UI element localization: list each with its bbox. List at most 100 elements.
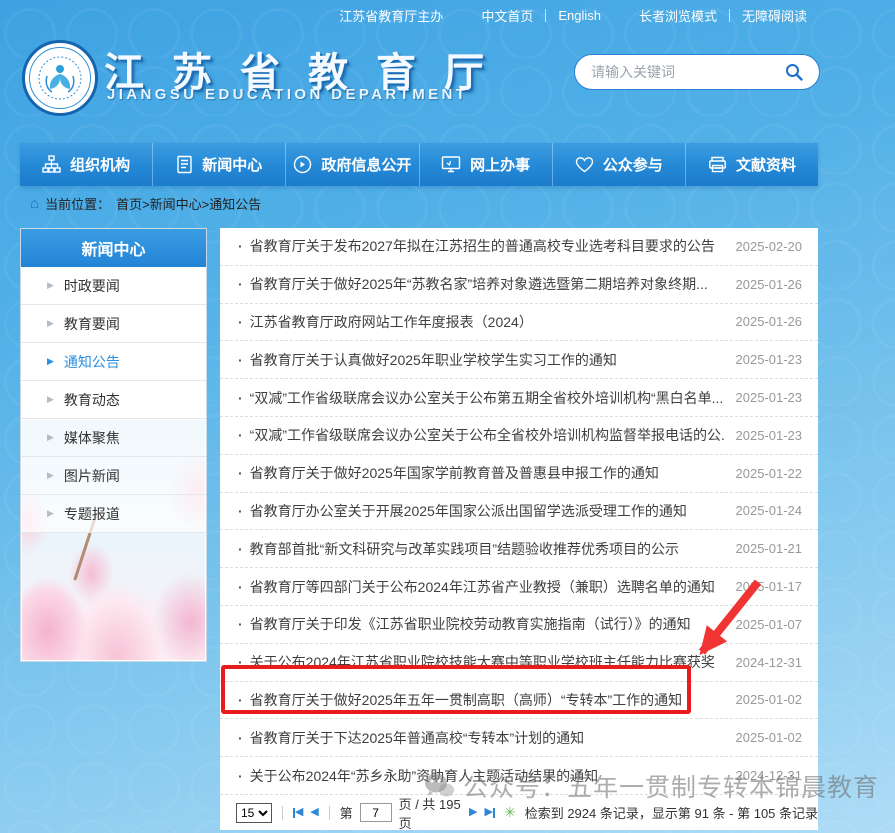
elder-mode-link[interactable]: 长者浏览模式 — [639, 6, 717, 25]
notice-row[interactable]: 省教育厅办公室关于开展2025年国家公派出国留学选派受理工作的通知 2025-0… — [220, 493, 818, 531]
notice-row[interactable]: 关于公布2024年“苏乡永助”资助育人主题活动结果的通知 2024-12-31 — [220, 757, 818, 795]
notice-title[interactable]: 省教育厅关于做好2025年“苏教名家”培养对象遴选暨第二期培养对象终期... — [238, 274, 724, 294]
nav-item-public-participation[interactable]: 公众参与 — [553, 143, 686, 186]
notice-row[interactable]: 省教育厅等四部门关于公布2024年江苏省产业教授（兼职）选聘名单的通知 2025… — [220, 568, 818, 606]
notice-date: 2025-01-23 — [736, 390, 803, 405]
divider — [729, 9, 730, 22]
prev-page-button[interactable]: ◀ — [310, 807, 318, 818]
top-utility-bar: 江苏省教育厅主办 中文首页 English 长者浏览模式 无障碍阅读 — [0, 0, 895, 30]
triangle-bullet-icon: ▶ — [47, 470, 54, 481]
sidebar-item-education-news[interactable]: ▶ 教育要闻 — [21, 305, 206, 343]
page-number-input[interactable] — [360, 803, 392, 822]
site-search — [574, 54, 820, 90]
notice-date: 2025-01-23 — [736, 428, 803, 443]
notice-title[interactable]: 省教育厅关于下达2025年普通高校“专转本”计划的通知 — [238, 728, 724, 748]
nav-item-document-archive[interactable]: 文献资料 — [686, 143, 818, 186]
notice-row[interactable]: 江苏省教育厅政府网站工作年度报表（2024） 2025-01-26 — [220, 304, 818, 342]
notice-date: 2025-01-23 — [736, 352, 803, 367]
notice-row[interactable]: 省教育厅关于做好2025年“苏教名家”培养对象遴选暨第二期培养对象终期... 2… — [220, 266, 818, 304]
sidebar-item-label: 教育要闻 — [64, 314, 120, 334]
notice-date: 2025-01-17 — [736, 579, 803, 594]
notice-date: 2025-01-22 — [736, 466, 803, 481]
heart-icon — [575, 156, 594, 174]
sidebar-item-label: 时政要闻 — [64, 276, 120, 296]
breadcrumb-path[interactable]: 首页>新闻中心>通知公告 — [116, 194, 261, 213]
search-input[interactable] — [591, 64, 781, 80]
notice-row[interactable]: “双减”工作省级联席会议办公室关于公布第五期全省校外培训机构“黑白名单... 2… — [220, 379, 818, 417]
notice-date: 2025-01-24 — [736, 503, 803, 518]
archive-icon — [708, 155, 727, 174]
home-link[interactable]: 中文首页 — [481, 6, 533, 25]
triangle-bullet-icon: ▶ — [47, 432, 54, 443]
notice-title[interactable]: 省教育厅关于印发《江苏省职业院校劳动教育实施指南（试行）》的通知 — [238, 614, 724, 634]
notice-title[interactable]: “双减”工作省级联席会议办公室关于公布全省校外培训机构监督举报电话的公... — [238, 425, 724, 445]
refresh-icon[interactable]: ✳ — [504, 804, 516, 821]
logo-emblem-icon — [29, 47, 91, 109]
pagination-bar: 15 ◀ ◀ 第 页 / 共 195 页 ▶ ▶ ✳ 检索到 2924 条记录，… — [220, 795, 818, 830]
notice-row[interactable]: 省教育厅关于认真做好2025年职业学校学生实习工作的通知 2025-01-23 — [220, 341, 818, 379]
notice-title[interactable]: 关于公布2024年江苏省职业院校技能大赛中等职业学校班主任能力比赛获奖 — [238, 652, 724, 672]
triangle-bullet-icon: ▶ — [47, 356, 54, 367]
notice-date: 2025-01-21 — [736, 541, 803, 556]
notice-title[interactable]: “双减”工作省级联席会议办公室关于公布第五期全省校外培训机构“黑白名单... — [238, 388, 724, 408]
notice-row[interactable]: 教育部首批“新文科研究与改革实践项目”结题验收推荐优秀项目的公示 2025-01… — [220, 530, 818, 568]
next-page-button[interactable]: ▶ — [469, 807, 477, 818]
notice-title[interactable]: 省教育厅办公室关于开展2025年国家公派出国留学选派受理工作的通知 — [238, 501, 724, 521]
sidebar-item-current-affairs[interactable]: ▶ 时政要闻 — [21, 267, 206, 305]
nav-item-organization[interactable]: 组织机构 — [20, 143, 153, 186]
accessibility-link[interactable]: 无障碍阅读 — [742, 6, 807, 25]
nav-item-info-disclosure[interactable]: 政府信息公开 — [286, 143, 419, 186]
records-summary: 检索到 2924 条记录，显示第 91 条 - 第 105 条记录 — [525, 803, 818, 822]
nav-label: 新闻中心 — [202, 154, 262, 175]
site-subtitle: JIANGSU EDUCATION DEPARTMENT — [107, 86, 468, 103]
notice-row[interactable]: 省教育厅关于印发《江苏省职业院校劳动教育实施指南（试行）》的通知 2025-01… — [220, 606, 818, 644]
english-link[interactable]: English — [558, 8, 601, 23]
divider — [282, 806, 283, 820]
nav-label: 公众参与 — [603, 154, 663, 175]
nav-item-news-center[interactable]: 新闻中心 — [153, 143, 286, 186]
sidebar-item-special-reports[interactable]: ▶ 专题报道 — [21, 495, 206, 533]
nav-label: 网上办事 — [470, 154, 530, 175]
notice-date: 2025-01-07 — [736, 617, 803, 632]
news-icon — [176, 155, 193, 174]
page-size-select[interactable]: 15 — [236, 803, 272, 823]
first-page-button[interactable]: ◀ — [293, 807, 303, 818]
search-icon[interactable] — [781, 59, 807, 85]
divider — [545, 9, 546, 22]
sidebar-item-media-focus[interactable]: ▶ 媒体聚焦 — [21, 419, 206, 457]
notice-row[interactable]: 省教育厅关于做好2025年国家学前教育普及普惠县申报工作的通知 2025-01-… — [220, 455, 818, 493]
sidebar-item-education-dynamics[interactable]: ▶ 教育动态 — [21, 381, 206, 419]
notice-title[interactable]: 省教育厅关于认真做好2025年职业学校学生实习工作的通知 — [238, 350, 724, 370]
sidebar-item-label: 图片新闻 — [64, 466, 120, 486]
breadcrumb: ⌂ 当前位置： 首页>新闻中心>通知公告 — [30, 194, 261, 213]
notice-row[interactable]: 省教育厅关于下达2025年普通高校“专转本”计划的通知 2025-01-02 — [220, 719, 818, 757]
notice-title[interactable]: 教育部首批“新文科研究与改革实践项目”结题验收推荐优秀项目的公示 — [238, 539, 724, 559]
notice-list-panel: 省教育厅关于发布2027年拟在江苏招生的普通高校专业选考科目要求的公告 2025… — [220, 228, 818, 830]
last-page-button[interactable]: ▶ — [485, 807, 495, 818]
notice-title[interactable]: 江苏省教育厅政府网站工作年度报表（2024） — [238, 312, 724, 332]
sidebar-item-photo-news[interactable]: ▶ 图片新闻 — [21, 457, 206, 495]
notice-date: 2025-02-20 — [736, 239, 803, 254]
triangle-bullet-icon: ▶ — [47, 508, 54, 519]
notice-title[interactable]: 省教育厅关于做好2025年五年一贯制高职（高师）“专转本”工作的通知 — [238, 690, 724, 710]
sidebar-item-label: 教育动态 — [64, 390, 120, 410]
host-link[interactable]: 江苏省教育厅主办 — [339, 6, 443, 25]
site-logo[interactable] — [22, 40, 98, 116]
notice-title[interactable]: 关于公布2024年“苏乡永助”资助育人主题活动结果的通知 — [238, 766, 724, 786]
notice-title[interactable]: 省教育厅关于发布2027年拟在江苏招生的普通高校专业选考科目要求的公告 — [238, 236, 724, 256]
nav-item-online-service[interactable]: 网上办事 — [420, 143, 553, 186]
notice-date: 2025-01-26 — [736, 277, 803, 292]
notice-row-highlighted[interactable]: 省教育厅关于做好2025年五年一贯制高职（高师）“专转本”工作的通知 2025-… — [220, 682, 818, 720]
notice-title[interactable]: 省教育厅等四部门关于公布2024年江苏省产业教授（兼职）选聘名单的通知 — [238, 577, 724, 597]
notice-date: 2024-12-31 — [736, 768, 803, 783]
notice-date: 2025-01-02 — [736, 692, 803, 707]
notice-row[interactable]: “双减”工作省级联席会议办公室关于公布全省校外培训机构监督举报电话的公... 2… — [220, 417, 818, 455]
notice-row[interactable]: 省教育厅关于发布2027年拟在江苏招生的普通高校专业选考科目要求的公告 2025… — [220, 228, 818, 266]
notice-row[interactable]: 关于公布2024年江苏省职业院校技能大赛中等职业学校班主任能力比赛获奖 2024… — [220, 644, 818, 682]
sidebar-news-center: 新闻中心 ▶ 时政要闻 ▶ 教育要闻 ▶ 通知公告 ▶ 教育动态 ▶ 媒体聚焦 … — [20, 228, 207, 662]
notice-title[interactable]: 省教育厅关于做好2025年国家学前教育普及普惠县申报工作的通知 — [238, 463, 724, 483]
sidebar-item-notices[interactable]: ▶ 通知公告 — [21, 343, 206, 381]
breadcrumb-prefix: 当前位置： — [45, 194, 110, 213]
online-service-icon — [441, 155, 461, 174]
nav-label: 组织机构 — [70, 154, 130, 175]
